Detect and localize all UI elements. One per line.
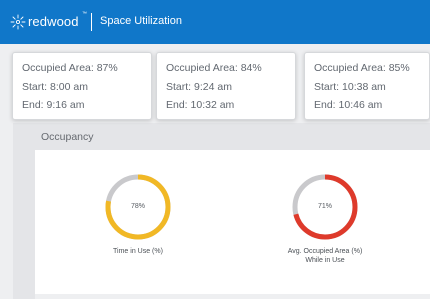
end-time-text: End: 9:16 am	[22, 99, 85, 111]
avg-occupied-area-caption: Avg. Occupied Area (%) While in Use	[262, 247, 388, 265]
occupied-area-text: Occupied Area: 84%	[166, 62, 262, 74]
brand-name: redwood	[28, 14, 79, 29]
caption-line: While in Use	[305, 257, 345, 264]
redwood-logo-icon	[10, 14, 26, 30]
time-in-use-caption: Time in Use (%)	[88, 247, 188, 256]
end-time-text: End: 10:46 am	[314, 99, 383, 111]
occupied-area-text: Occupied Area: 85%	[314, 62, 410, 74]
start-time-text: Start: 9:24 am	[166, 81, 232, 93]
panel-left-strip	[13, 150, 35, 299]
occupancy-panel-title: Occupancy	[41, 131, 94, 143]
time-in-use-value: 78%	[130, 203, 145, 210]
occupied-area-text: Occupied Area: 87%	[22, 62, 118, 74]
occupancy-panel-body	[35, 150, 430, 294]
start-time-text: Start: 8:00 am	[22, 81, 88, 93]
start-time-text: Start: 10:38 am	[314, 81, 386, 93]
header-divider	[91, 13, 92, 31]
page-title: Space Utilization	[100, 15, 182, 27]
session-card-1[interactable]: Occupied Area: 87% Start: 8:00 am End: 9…	[12, 52, 152, 120]
app-header: redwood ™ Space Utilization	[0, 0, 430, 44]
caption-line: Avg. Occupied Area (%)	[287, 248, 363, 255]
brand-trademark: ™	[82, 11, 87, 17]
end-time-text: End: 10:32 am	[166, 99, 235, 111]
session-card-2[interactable]: Occupied Area: 84% Start: 9:24 am End: 1…	[156, 52, 296, 120]
caption-line: Time in Use (%)	[113, 248, 163, 255]
session-card-3[interactable]: Occupied Area: 85% Start: 10:38 am End: …	[304, 52, 430, 120]
avg-occupied-area-value: 71%	[317, 203, 332, 210]
